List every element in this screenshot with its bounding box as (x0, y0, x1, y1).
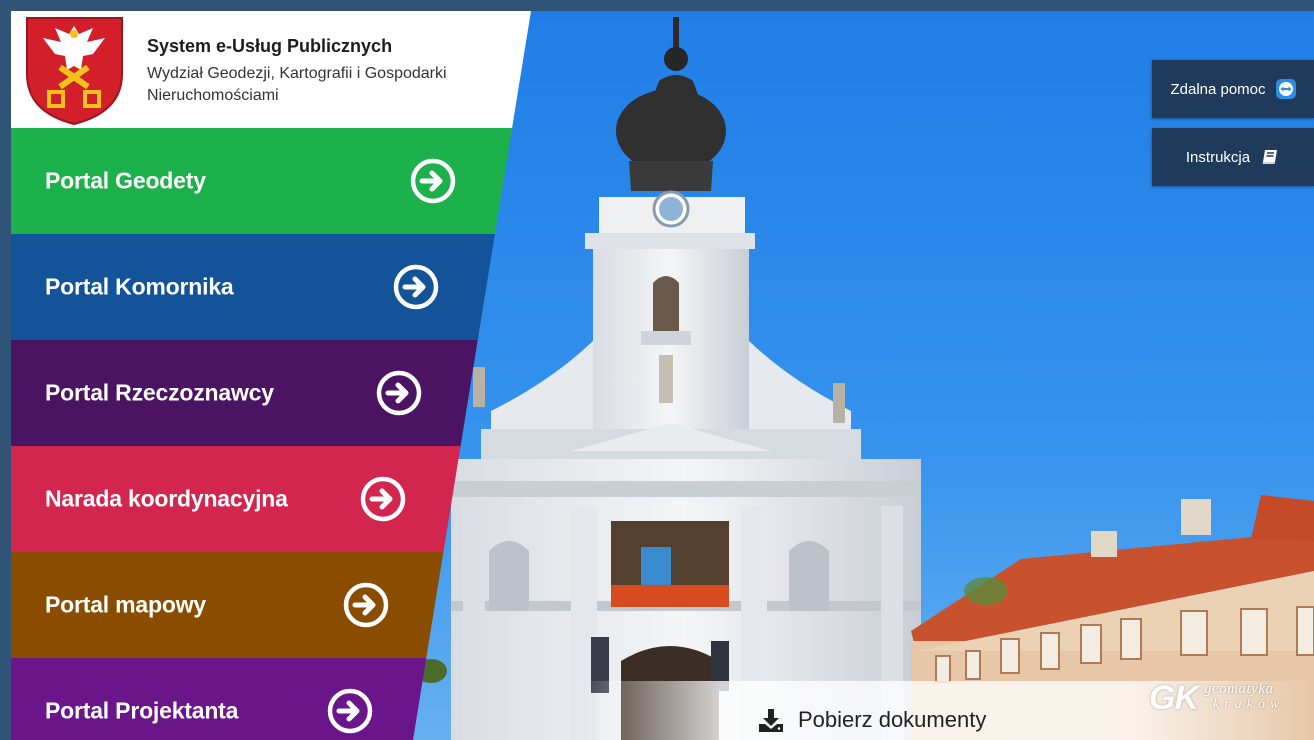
manual-label: Instrukcja (1185, 148, 1251, 166)
site-subtitle: Wydział Geodezji, Kartografii i Gospodar… (147, 61, 507, 108)
download-icon (759, 709, 783, 732)
logo-line1: geomatyka (1204, 681, 1274, 697)
menu-item-portal-rzeczoznawcy[interactable]: Portal Rzeczoznawcy (11, 340, 531, 446)
menu-item-label: Portal Rzeczoznawcy (45, 379, 274, 406)
teamviewer-icon (1275, 79, 1296, 99)
menu-item-narada-koordynacyjna[interactable]: Narada koordynacyjna (11, 446, 531, 552)
menu-item-portal-mapowy[interactable]: Portal mapowy (11, 552, 531, 658)
arrow-right-circle-icon (410, 158, 456, 204)
arrow-right-circle-icon (343, 582, 389, 628)
logo-line2: kraków (1213, 697, 1285, 712)
coat-of-arms-logo (26, 17, 123, 126)
book-icon (1262, 150, 1278, 164)
menu-item-portal-komornika[interactable]: Portal Komornika (11, 234, 531, 340)
portal-menu-panel: System e-Usług Publicznych Wydział Geode… (11, 11, 531, 740)
arrow-right-circle-icon (360, 476, 406, 522)
manual-button[interactable]: Instrukcja (1152, 128, 1314, 186)
site-header: System e-Usług Publicznych Wydział Geode… (11, 11, 531, 128)
site-title: System e-Usług Publicznych (147, 36, 393, 56)
remote-help-button[interactable]: Zdalna pomoc (1152, 60, 1314, 118)
site-subtitle-line2: Nieruchomościami (147, 87, 279, 104)
panel-slanted-shape: System e-Usług Publicznych Wydział Geode… (11, 11, 531, 740)
logo-mark: GK (1149, 679, 1199, 717)
page: System e-Usług Publicznych Wydział Geode… (11, 11, 1314, 740)
menu-item-label: Portal mapowy (45, 591, 206, 618)
menu-item-label: Portal Geodety (45, 167, 206, 194)
menu-item-portal-geodety[interactable]: Portal Geodety (11, 128, 531, 234)
menu-item-label: Portal Komornika (45, 273, 234, 300)
geomatyka-krakow-logo: GK geomatyka kraków (1149, 677, 1299, 723)
download-documents-link[interactable]: Pobierz dokumenty (758, 705, 986, 735)
arrow-right-circle-icon (393, 264, 439, 310)
menu-item-label: Portal Projektanta (45, 697, 239, 724)
menu-item-label: Narada koordynacyjna (45, 485, 288, 512)
arrow-right-circle-icon (327, 688, 373, 734)
remote-help-label: Zdalna pomoc (1170, 80, 1266, 98)
arrow-right-circle-icon (376, 370, 422, 416)
download-documents-label: Pobierz dokumenty (798, 707, 987, 732)
menu-item-portal-projektanta[interactable]: Portal Projektanta (11, 658, 531, 740)
